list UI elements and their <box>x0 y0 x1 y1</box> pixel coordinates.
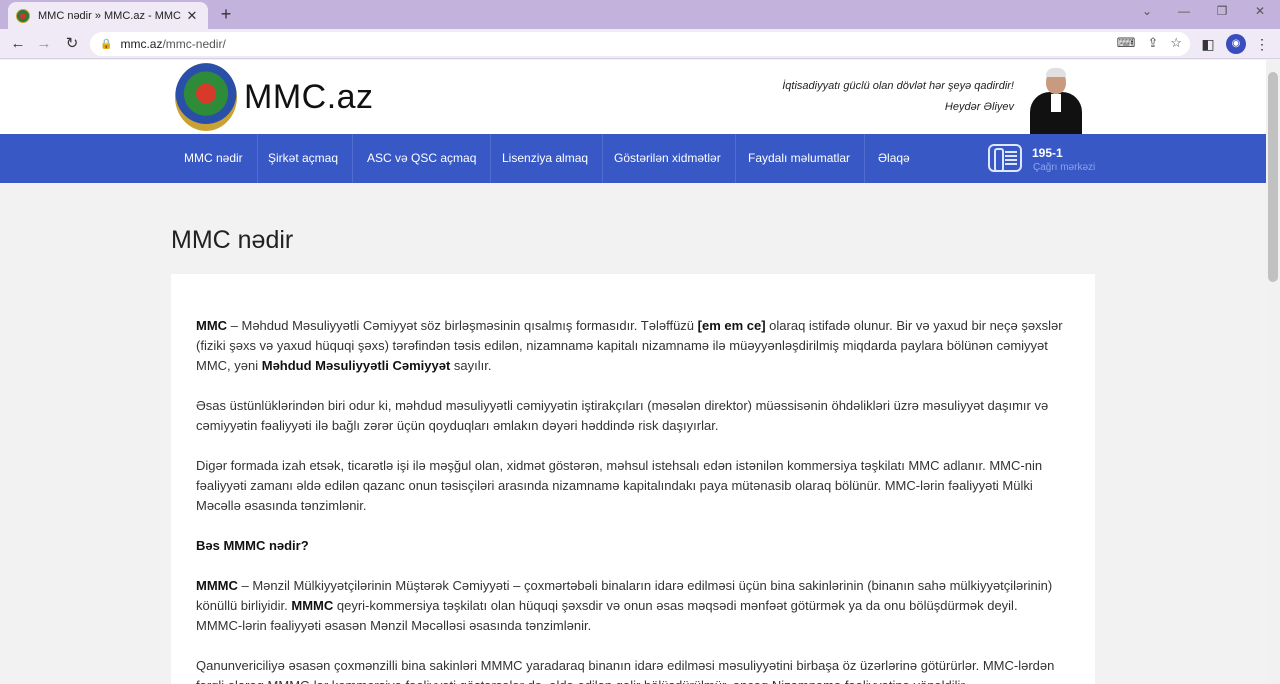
main-navigation: MMC nədir Şirkət açmaq ASC və QSC açmaq … <box>0 134 1266 183</box>
scrollbar-thumb[interactable] <box>1268 72 1278 282</box>
nav-item-elaqe[interactable]: Əlaqə <box>864 134 924 183</box>
tab-strip: MMC nədir » MMC.az - MMC açı ✕ + ⌄ — ❐ ✕ <box>0 0 1280 29</box>
leader-portrait <box>1028 68 1084 134</box>
browser-toolbar: ← → ↻ 🔒 mmc.az/mmc-nedir/ ⌨ ⇪ ☆ ◧ ◉ ⋮ <box>0 29 1280 59</box>
azerbaijan-emblem-icon[interactable] <box>175 63 237 131</box>
nav-item-asc-qsc-acmaq[interactable]: ASC və QSC açmaq <box>353 134 492 183</box>
page-title: MMC nədir <box>171 226 294 254</box>
call-center-label: Çağrı mərkəzi <box>1033 162 1096 173</box>
site-favicon-icon <box>16 8 30 23</box>
nav-item-lisenziya-almaq[interactable]: Lisenziya almaq <box>488 134 604 183</box>
article-body: MMC – Məhdud Məsuliyyətli Cəmiyyət söz b… <box>196 316 1066 684</box>
close-tab-icon[interactable]: ✕ <box>184 8 200 24</box>
translate-icon[interactable]: ⌨ <box>1117 35 1136 51</box>
paragraph-advantages: Əsas üstünlüklərindən biri odur ki, məhd… <box>196 398 1049 433</box>
back-icon[interactable]: ← <box>8 34 28 54</box>
phone-icon <box>988 144 1022 172</box>
heading-mmmc: Bəs MMMC nədir? <box>196 538 309 553</box>
reload-icon[interactable]: ↻ <box>62 34 82 54</box>
quote-text: İqtisadiyyatı güclü olan dövlət hər şeyə… <box>782 80 1014 92</box>
paragraph-mmmc-definition: MMMC – Mənzil Mülkiyyətçilərinin Müştərə… <box>196 578 1053 633</box>
forward-icon[interactable]: → <box>34 34 54 54</box>
maximize-icon[interactable]: ❐ <box>1212 4 1232 18</box>
nav-item-mmc-nedir[interactable]: MMC nədir <box>170 134 258 183</box>
nav-item-gosterilen-xidmetler[interactable]: Göstərilən xidmətlər <box>600 134 736 183</box>
address-bar[interactable]: 🔒 mmc.az/mmc-nedir/ ⌨ ⇪ ☆ <box>90 32 1190 56</box>
paragraph-explanation: Digər formada izah etsək, ticarətlə işi … <box>196 458 1043 513</box>
nav-item-faydali-melumatlar[interactable]: Faydalı məlumatlar <box>734 134 866 183</box>
nav-item-sirket-acmaq[interactable]: Şirkət açmaq <box>254 134 354 183</box>
url-host: mmc.az <box>120 37 163 51</box>
tab-search-icon[interactable]: ⌄ <box>1137 4 1157 18</box>
tab-title: MMC nədir » MMC.az - MMC açı <box>38 9 184 22</box>
lock-icon[interactable]: 🔒 <box>100 39 112 50</box>
menu-kebab-icon[interactable]: ⋮ <box>1252 34 1272 54</box>
share-icon[interactable]: ⇪ <box>1147 35 1158 51</box>
header-quote: İqtisadiyyatı güclü olan dövlət hər şeyə… <box>782 76 1014 118</box>
url-path: /mmc-nedir/ <box>162 37 226 51</box>
article-card: MMC – Məhdud Məsuliyyətli Cəmiyyət söz b… <box>171 274 1095 684</box>
site-header: MMC.az İqtisadiyyatı güclü olan dövlət h… <box>0 60 1266 134</box>
new-tab-button[interactable]: + <box>216 4 236 24</box>
paragraph-legislation: Qanunvericiliyə əsasən çoxmənzilli bina … <box>196 658 1055 684</box>
close-window-icon[interactable]: ✕ <box>1250 4 1270 18</box>
quote-author: Heydər Əliyev <box>944 101 1014 113</box>
side-panel-icon[interactable]: ◧ <box>1198 34 1218 54</box>
paragraph-mmc-definition: MMC – Məhdud Məsuliyyətli Cəmiyyət söz b… <box>196 318 1063 373</box>
browser-tab[interactable]: MMC nədir » MMC.az - MMC açı ✕ <box>8 2 208 29</box>
bookmark-star-icon[interactable]: ☆ <box>1170 35 1182 51</box>
site-logo[interactable]: MMC.az <box>244 78 374 117</box>
profile-avatar-icon[interactable]: ◉ <box>1226 34 1246 54</box>
web-page: MMC.az İqtisadiyyatı güclü olan dövlət h… <box>0 60 1266 684</box>
minimize-icon[interactable]: — <box>1174 4 1194 18</box>
call-center-number[interactable]: 195-1 <box>1032 146 1063 160</box>
